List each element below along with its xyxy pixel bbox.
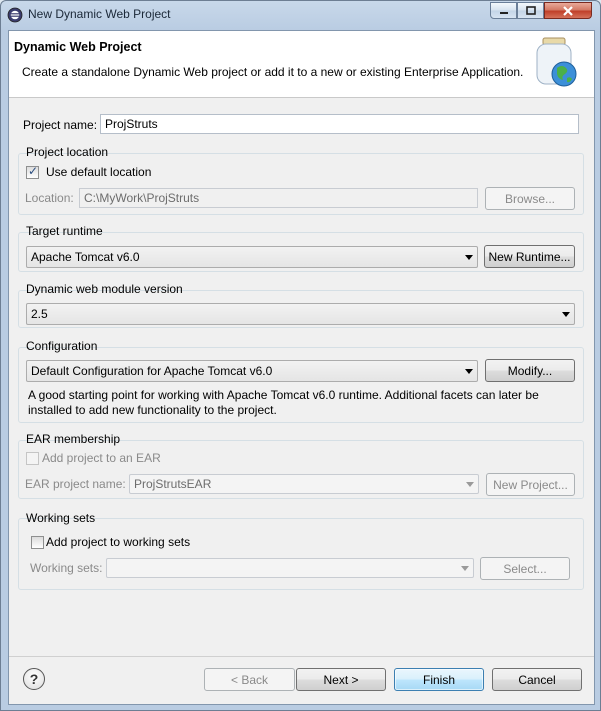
add-to-ear-checkbox[interactable] [26, 452, 39, 465]
chevron-down-icon [465, 369, 473, 374]
configuration-group-label: Configuration [26, 339, 98, 353]
browse-button[interactable]: Browse... [485, 187, 575, 210]
wizard-description: Create a standalone Dynamic Web project … [22, 65, 524, 79]
next-button[interactable]: Next > [296, 668, 386, 691]
target-runtime-select[interactable]: Apache Tomcat v6.0 [26, 246, 478, 268]
chevron-down-icon [465, 255, 473, 260]
add-to-working-sets-label[interactable]: Add project to working sets [46, 535, 190, 549]
web-project-jar-icon [536, 37, 577, 87]
configuration-value: Default Configuration for Apache Tomcat … [31, 364, 273, 378]
help-button[interactable]: ? [23, 668, 45, 690]
location-label: Location: [25, 191, 74, 205]
dialog-window: New Dynamic Web Project Dynamic Web Proj… [0, 0, 601, 711]
chevron-down-icon [466, 482, 474, 487]
close-icon [563, 5, 573, 16]
footer-separator [9, 656, 594, 657]
maximize-button[interactable] [517, 2, 544, 19]
eclipse-app-icon [7, 7, 23, 23]
ear-project-value: ProjStrutsEAR [134, 477, 212, 491]
window-title: New Dynamic Web Project [28, 7, 171, 21]
location-input[interactable]: C:\MyWork\ProjStruts [79, 188, 478, 208]
project-location-group-label: Project location [26, 145, 109, 159]
back-button[interactable]: < Back [204, 668, 295, 691]
chevron-down-icon [461, 566, 469, 571]
module-version-select[interactable]: 2.5 [26, 303, 575, 325]
maximize-icon [525, 6, 536, 15]
dialog-client-area: Dynamic Web Project Create a standalone … [8, 30, 595, 705]
minimize-button[interactable] [490, 2, 517, 19]
target-runtime-value: Apache Tomcat v6.0 [31, 250, 140, 264]
ear-project-select[interactable]: ProjStrutsEAR [129, 474, 479, 494]
configuration-select[interactable]: Default Configuration for Apache Tomcat … [26, 360, 478, 382]
chevron-down-icon [562, 312, 570, 317]
target-runtime-group-label: Target runtime [26, 224, 103, 238]
title-bar[interactable]: New Dynamic Web Project [1, 1, 601, 29]
wizard-banner: Dynamic Web Project Create a standalone … [9, 31, 594, 98]
add-to-ear-label[interactable]: Add project to an EAR [42, 451, 161, 465]
new-ear-project-button[interactable]: New Project... [486, 473, 575, 496]
add-to-working-sets-checkbox[interactable] [31, 536, 44, 549]
configuration-help-line1: A good starting point for working with A… [28, 388, 539, 402]
minimize-icon [499, 11, 508, 14]
working-sets-label: Working sets: [30, 561, 103, 575]
module-version-value: 2.5 [31, 307, 48, 321]
select-working-sets-button[interactable]: Select... [480, 557, 570, 580]
module-version-group-label: Dynamic web module version [26, 282, 183, 296]
help-icon: ? [29, 671, 39, 687]
close-button[interactable] [544, 2, 592, 19]
new-runtime-button[interactable]: New Runtime... [484, 245, 575, 268]
modify-button[interactable]: Modify... [485, 359, 575, 382]
project-name-input[interactable]: ProjStruts [100, 114, 579, 134]
working-sets-select[interactable] [106, 558, 474, 578]
ear-project-name-label: EAR project name: [25, 477, 126, 491]
finish-button[interactable]: Finish [394, 668, 484, 691]
wizard-title: Dynamic Web Project [14, 40, 142, 54]
configuration-help-line2: installed to add new functionality to th… [28, 403, 277, 417]
cancel-button[interactable]: Cancel [492, 668, 582, 691]
working-sets-group-label: Working sets [26, 511, 96, 525]
use-default-location-checkbox[interactable] [26, 164, 39, 179]
project-name-label: Project name: [23, 118, 98, 132]
use-default-location-label[interactable]: Use default location [46, 165, 151, 179]
ear-membership-group-label: EAR membership [26, 432, 121, 446]
